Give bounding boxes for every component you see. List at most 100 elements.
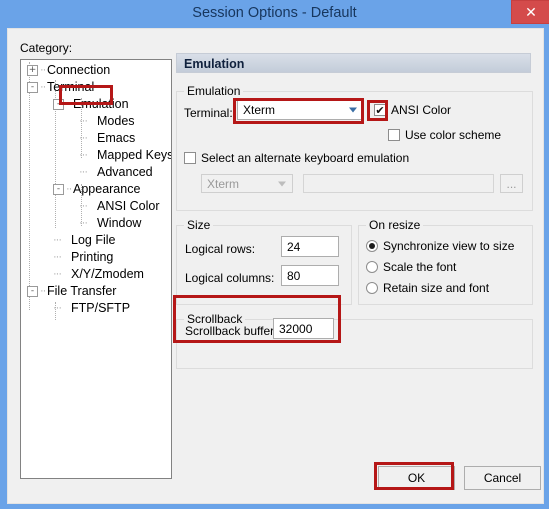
tree-toggle-icon[interactable]: -: [27, 82, 38, 94]
ansi-color-label: ANSI Color: [391, 103, 452, 117]
sidebar-item-label: Connection: [47, 63, 111, 78]
sidebar-item-x-y-zmodem[interactable]: ··· X/Y/Zmodem: [53, 266, 144, 283]
sidebar-item-label: File Transfer: [47, 284, 117, 299]
ansi-color-checkbox-box: ✔: [374, 103, 386, 117]
sidebar-item-label: ANSI Color: [97, 199, 160, 214]
use-color-scheme-label: Use color scheme: [405, 128, 502, 142]
sidebar-item-printing[interactable]: ··· Printing: [53, 249, 113, 266]
sidebar-item-label: Emacs: [97, 131, 136, 146]
tree-connector: ···: [79, 200, 88, 213]
browse-keymap-button[interactable]: ...: [500, 174, 523, 193]
alternate-keyboard-select-value: Xterm: [207, 176, 240, 191]
logical-rows-label: Logical rows:: [185, 242, 256, 256]
sidebar-item-label: FTP/SFTP: [71, 301, 131, 316]
logical-rows-input[interactable]: 24: [281, 236, 339, 257]
sidebar-item-modes[interactable]: ··· Modes: [79, 113, 135, 130]
chevron-down-icon: [278, 181, 286, 186]
radio-indicator: [366, 261, 378, 273]
pane-title: Emulation: [176, 53, 531, 73]
window-title: Session Options - Default: [192, 5, 357, 21]
keymap-file-input[interactable]: [303, 174, 494, 193]
tree-toggle-icon[interactable]: +: [27, 65, 38, 77]
tree-connector: ···: [79, 149, 88, 162]
sidebar-item-log-file[interactable]: ··· Log File: [53, 232, 115, 249]
logical-columns-label: Logical columns:: [185, 271, 275, 285]
radio-indicator: [366, 282, 378, 294]
sidebar-item-appearance[interactable]: - ·· Appearance: [53, 181, 140, 198]
use-color-scheme-checkbox[interactable]: Use color scheme: [388, 128, 501, 142]
sidebar-item-label: Appearance: [73, 182, 141, 197]
sidebar-item-emulation[interactable]: - ·· Emulation: [53, 96, 129, 113]
logical-columns-value: 80: [287, 268, 301, 283]
sidebar-item-label: Emulation: [73, 97, 129, 112]
terminal-label: Terminal:: [184, 106, 233, 120]
cancel-button[interactable]: Cancel: [464, 466, 541, 490]
alternate-keyboard-checkbox-box: [184, 152, 196, 164]
on-resize-radio-label: Synchronize view to size: [383, 239, 515, 253]
tree-connector: ··: [40, 285, 46, 298]
sidebar-item-label: Modes: [97, 114, 135, 129]
dialog-client-area: Category: + ·· Connection - ·· Terminal - ·· Emu…: [7, 28, 544, 504]
sidebar-item-advanced[interactable]: ··· Advanced: [79, 164, 153, 181]
title-bar: Session Options - Default ✕: [0, 0, 549, 28]
tree-toggle-icon[interactable]: -: [53, 99, 64, 111]
tree-connector: ···: [79, 217, 88, 230]
tree-connector: ···: [53, 251, 62, 264]
scrollback-buffer-input[interactable]: 32000: [273, 318, 334, 339]
on-resize-radio-retain-size-and-font[interactable]: Retain size and font: [366, 281, 489, 295]
scrollback-buffer-value: 32000: [279, 321, 313, 336]
tree-guide-line: [29, 62, 31, 310]
sidebar-item-label: Log File: [71, 233, 116, 248]
tree-connector: ···: [53, 234, 62, 247]
ok-button[interactable]: OK: [378, 466, 455, 490]
alternate-keyboard-checkbox[interactable]: Select an alternate keyboard emulation: [184, 151, 409, 165]
tree-connector: ···: [53, 268, 62, 281]
radio-indicator: [366, 240, 378, 252]
on-resize-group-title: On resize: [366, 218, 424, 232]
sidebar-item-label: Mapped Keys: [97, 148, 172, 163]
tree-connector: ··: [40, 81, 46, 94]
use-color-scheme-checkbox-box: [388, 129, 400, 141]
emulation-group-title: Emulation: [184, 84, 244, 98]
logical-rows-value: 24: [287, 239, 301, 254]
sidebar-item-label: Printing: [71, 250, 114, 265]
tree-toggle-icon[interactable]: -: [53, 184, 64, 196]
close-icon[interactable]: ✕: [511, 0, 549, 24]
sidebar-item-emacs[interactable]: ··· Emacs: [79, 130, 135, 147]
sidebar-item-file-transfer[interactable]: - ·· File Transfer: [27, 283, 116, 300]
tree-connector: ··: [40, 64, 46, 77]
sidebar-item-terminal[interactable]: - ·· Terminal: [27, 79, 94, 96]
sidebar-item-connection[interactable]: + ·· Connection: [27, 62, 110, 79]
tree-connector: ··: [66, 98, 72, 111]
tree-connector: ··: [66, 183, 72, 196]
sidebar-item-ansi-color[interactable]: ··· ANSI Color: [79, 198, 160, 215]
tree-connector: ···: [79, 132, 88, 145]
on-resize-radio-label: Scale the font: [383, 260, 457, 274]
ansi-color-checkbox[interactable]: ✔ ANSI Color: [374, 103, 451, 117]
sidebar-item-label: Terminal: [47, 80, 95, 95]
sidebar-item-label: X/Y/Zmodem: [71, 267, 144, 282]
sidebar-item-label: Advanced: [97, 165, 153, 180]
alternate-keyboard-label: Select an alternate keyboard emulation: [201, 151, 410, 165]
sidebar-item-mapped-keys[interactable]: ··· Mapped Keys: [79, 147, 172, 164]
alternate-keyboard-select[interactable]: Xterm: [201, 174, 293, 193]
terminal-select[interactable]: Xterm: [237, 100, 364, 120]
on-resize-radio-synchronize-view-to-size[interactable]: Synchronize view to size: [366, 239, 514, 253]
category-tree[interactable]: + ·· Connection - ·· Terminal - ·· Emulation ··· M…: [20, 59, 172, 479]
sidebar-item-ftp-sftp[interactable]: ··· FTP/SFTP: [53, 300, 130, 317]
size-group-title: Size: [184, 218, 214, 232]
chevron-down-icon: [349, 107, 357, 113]
terminal-select-value: Xterm: [243, 103, 276, 117]
sidebar-item-label: Window: [97, 216, 142, 231]
scrollback-buffer-label: Scrollback buffer:: [185, 324, 278, 338]
tree-connector: ···: [79, 166, 88, 179]
on-resize-radio-scale-the-font[interactable]: Scale the font: [366, 260, 456, 274]
category-label: Category:: [20, 41, 73, 55]
logical-columns-input[interactable]: 80: [281, 265, 339, 286]
sidebar-item-window[interactable]: ··· Window: [79, 215, 141, 232]
on-resize-radio-label: Retain size and font: [383, 281, 490, 295]
session-options-dialog: Session Options - Default ✕ Category: + ·…: [0, 0, 549, 509]
tree-toggle-icon[interactable]: -: [27, 286, 38, 298]
tree-connector: ···: [53, 302, 62, 315]
tree-connector: ···: [79, 115, 88, 128]
